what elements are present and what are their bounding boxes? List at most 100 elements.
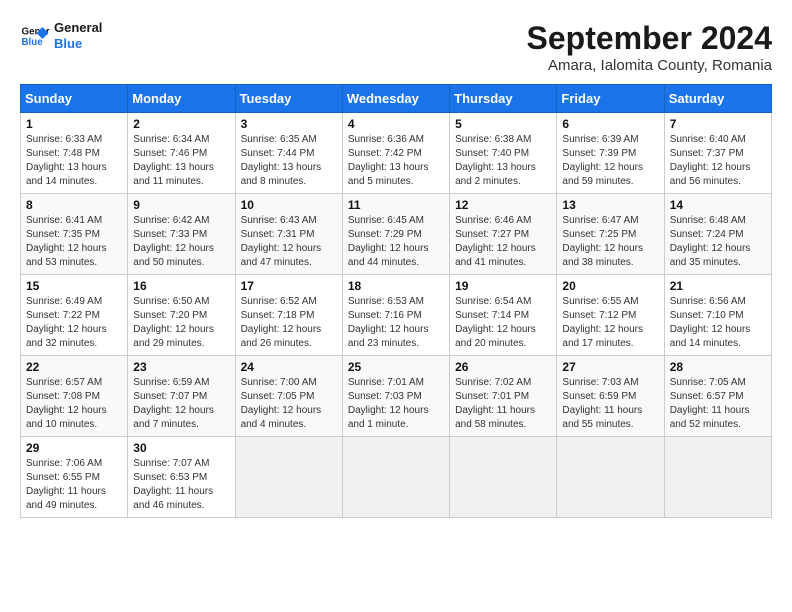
cell-text: Sunrise: 6:46 AMSunset: 7:27 PMDaylight:… xyxy=(455,214,551,270)
calendar-week-4: 22 Sunrise: 6:57 AMSunset: 7:08 PMDayligh… xyxy=(21,356,772,437)
col-header-sunday: Sunday xyxy=(21,85,128,113)
day-number: 7 xyxy=(670,117,766,131)
day-number: 16 xyxy=(133,279,229,293)
calendar-empty xyxy=(557,437,664,518)
calendar-day-3: 3 Sunrise: 6:35 AMSunset: 7:44 PMDaylight… xyxy=(235,113,342,194)
calendar-day-7: 7 Sunrise: 6:40 AMSunset: 7:37 PMDaylight… xyxy=(664,113,771,194)
cell-text: Sunrise: 6:41 AMSunset: 7:35 PMDaylight:… xyxy=(26,214,122,270)
calendar-day-18: 18 Sunrise: 6:53 AMSunset: 7:16 PMDayligh… xyxy=(342,275,449,356)
cell-text: Sunrise: 6:50 AMSunset: 7:20 PMDaylight:… xyxy=(133,295,229,351)
calendar-day-24: 24 Sunrise: 7:00 AMSunset: 7:05 PMDayligh… xyxy=(235,356,342,437)
calendar-day-16: 16 Sunrise: 6:50 AMSunset: 7:20 PMDayligh… xyxy=(128,275,235,356)
cell-text: Sunrise: 7:07 AMSunset: 6:53 PMDaylight:… xyxy=(133,457,229,513)
calendar-day-6: 6Sunrise: 6:39 AMSunset: 7:39 PMDaylight… xyxy=(557,113,664,194)
day-number: 14 xyxy=(670,198,766,212)
logo-text: General Blue xyxy=(54,20,102,51)
day-number: 17 xyxy=(241,279,337,293)
calendar-day-22: 22 Sunrise: 6:57 AMSunset: 7:08 PMDayligh… xyxy=(21,356,128,437)
day-number: 19 xyxy=(455,279,551,293)
calendar-day-4: 4 Sunrise: 6:36 AMSunset: 7:42 PMDaylight… xyxy=(342,113,449,194)
cell-text: Sunrise: 6:34 AMSunset: 7:46 PMDaylight:… xyxy=(133,133,229,189)
month-title: September 2024 xyxy=(527,20,772,57)
calendar-empty xyxy=(235,437,342,518)
cell-text: Sunrise: 6:45 AMSunset: 7:29 PMDaylight:… xyxy=(348,214,444,270)
calendar-table: SundayMondayTuesdayWednesdayThursdayFrid… xyxy=(20,84,772,518)
calendar-day-11: 11 Sunrise: 6:45 AMSunset: 7:29 PMDayligh… xyxy=(342,194,449,275)
cell-text: Sunrise: 6:55 AMSunset: 7:12 PMDaylight:… xyxy=(562,295,658,351)
day-number: 4 xyxy=(348,117,444,131)
svg-text:Blue: Blue xyxy=(22,37,44,48)
calendar-day-23: 23 Sunrise: 6:59 AMSunset: 7:07 PMDayligh… xyxy=(128,356,235,437)
location-title: Amara, Ialomita County, Romania xyxy=(527,57,772,74)
day-number: 9 xyxy=(133,198,229,212)
cell-text: Sunrise: 6:52 AMSunset: 7:18 PMDaylight:… xyxy=(241,295,337,351)
calendar-week-5: 29Sunrise: 7:06 AMSunset: 6:55 PMDayligh… xyxy=(21,437,772,518)
day-number: 10 xyxy=(241,198,337,212)
cell-text: Sunrise: 6:59 AMSunset: 7:07 PMDaylight:… xyxy=(133,376,229,432)
calendar-week-1: 1Sunrise: 6:33 AMSunset: 7:48 PMDaylight… xyxy=(21,113,772,194)
day-number: 28 xyxy=(670,360,766,374)
page-header: General Blue General Blue September 2024… xyxy=(20,20,772,74)
day-number: 5 xyxy=(455,117,551,131)
calendar-day-8: 8 Sunrise: 6:41 AMSunset: 7:35 PMDaylight… xyxy=(21,194,128,275)
cell-text: Sunrise: 6:53 AMSunset: 7:16 PMDaylight:… xyxy=(348,295,444,351)
day-number: 11 xyxy=(348,198,444,212)
cell-text: Sunrise: 6:38 AMSunset: 7:40 PMDaylight:… xyxy=(455,133,551,189)
calendar-day-14: 14Sunrise: 6:48 AMSunset: 7:24 PMDayligh… xyxy=(664,194,771,275)
day-number: 3 xyxy=(241,117,337,131)
calendar-day-21: 21 Sunrise: 6:56 AMSunset: 7:10 PMDayligh… xyxy=(664,275,771,356)
day-number: 23 xyxy=(133,360,229,374)
calendar-day-12: 12 Sunrise: 6:46 AMSunset: 7:27 PMDayligh… xyxy=(450,194,557,275)
day-number: 18 xyxy=(348,279,444,293)
day-number: 21 xyxy=(670,279,766,293)
col-header-friday: Friday xyxy=(557,85,664,113)
calendar-day-2: 2 Sunrise: 6:34 AMSunset: 7:46 PMDaylight… xyxy=(128,113,235,194)
col-header-saturday: Saturday xyxy=(664,85,771,113)
day-number: 24 xyxy=(241,360,337,374)
logo: General Blue General Blue xyxy=(20,20,102,51)
calendar-day-5: 5 Sunrise: 6:38 AMSunset: 7:40 PMDaylight… xyxy=(450,113,557,194)
cell-text: Sunrise: 6:47 AMSunset: 7:25 PMDaylight:… xyxy=(562,214,658,270)
col-header-wednesday: Wednesday xyxy=(342,85,449,113)
day-number: 2 xyxy=(133,117,229,131)
cell-text: Sunrise: 7:05 AMSunset: 6:57 PMDaylight:… xyxy=(670,376,766,432)
cell-text: Sunrise: 6:40 AMSunset: 7:37 PMDaylight:… xyxy=(670,133,766,189)
day-number: 30 xyxy=(133,441,229,455)
calendar-empty xyxy=(450,437,557,518)
day-number: 8 xyxy=(26,198,122,212)
cell-text: Sunrise: 6:39 AMSunset: 7:39 PMDaylight:… xyxy=(562,133,658,189)
cell-text: Sunrise: 6:35 AMSunset: 7:44 PMDaylight:… xyxy=(241,133,337,189)
calendar-day-13: 13 Sunrise: 6:47 AMSunset: 7:25 PMDayligh… xyxy=(557,194,664,275)
day-number: 22 xyxy=(26,360,122,374)
calendar-day-30: 30 Sunrise: 7:07 AMSunset: 6:53 PMDayligh… xyxy=(128,437,235,518)
calendar-day-1: 1Sunrise: 6:33 AMSunset: 7:48 PMDaylight… xyxy=(21,113,128,194)
day-number: 12 xyxy=(455,198,551,212)
cell-text: Sunrise: 7:03 AMSunset: 6:59 PMDaylight:… xyxy=(562,376,658,432)
day-number: 20 xyxy=(562,279,658,293)
calendar-day-27: 27 Sunrise: 7:03 AMSunset: 6:59 PMDayligh… xyxy=(557,356,664,437)
day-number: 1 xyxy=(26,117,122,131)
cell-text: Sunrise: 6:56 AMSunset: 7:10 PMDaylight:… xyxy=(670,295,766,351)
calendar-day-9: 9 Sunrise: 6:42 AMSunset: 7:33 PMDaylight… xyxy=(128,194,235,275)
calendar-day-28: 28 Sunrise: 7:05 AMSunset: 6:57 PMDayligh… xyxy=(664,356,771,437)
cell-text: Sunrise: 6:57 AMSunset: 7:08 PMDaylight:… xyxy=(26,376,122,432)
cell-text: Sunrise: 7:00 AMSunset: 7:05 PMDaylight:… xyxy=(241,376,337,432)
title-block: September 2024 Amara, Ialomita County, R… xyxy=(527,20,772,74)
cell-text: Sunrise: 6:42 AMSunset: 7:33 PMDaylight:… xyxy=(133,214,229,270)
day-number: 29 xyxy=(26,441,122,455)
cell-text: Sunrise: 7:01 AMSunset: 7:03 PMDaylight:… xyxy=(348,376,444,432)
calendar-week-2: 8 Sunrise: 6:41 AMSunset: 7:35 PMDaylight… xyxy=(21,194,772,275)
logo-icon: General Blue xyxy=(20,21,50,51)
calendar-day-26: 26Sunrise: 7:02 AMSunset: 7:01 PMDayligh… xyxy=(450,356,557,437)
calendar-day-25: 25Sunrise: 7:01 AMSunset: 7:03 PMDayligh… xyxy=(342,356,449,437)
calendar-day-19: 19Sunrise: 6:54 AMSunset: 7:14 PMDayligh… xyxy=(450,275,557,356)
cell-text: Sunrise: 6:36 AMSunset: 7:42 PMDaylight:… xyxy=(348,133,444,189)
calendar-day-20: 20 Sunrise: 6:55 AMSunset: 7:12 PMDayligh… xyxy=(557,275,664,356)
day-number: 27 xyxy=(562,360,658,374)
calendar-day-29: 29Sunrise: 7:06 AMSunset: 6:55 PMDayligh… xyxy=(21,437,128,518)
col-header-thursday: Thursday xyxy=(450,85,557,113)
calendar-day-17: 17 Sunrise: 6:52 AMSunset: 7:18 PMDayligh… xyxy=(235,275,342,356)
cell-text: Sunrise: 6:43 AMSunset: 7:31 PMDaylight:… xyxy=(241,214,337,270)
day-number: 13 xyxy=(562,198,658,212)
cell-text: Sunrise: 7:02 AMSunset: 7:01 PMDaylight:… xyxy=(455,376,551,432)
